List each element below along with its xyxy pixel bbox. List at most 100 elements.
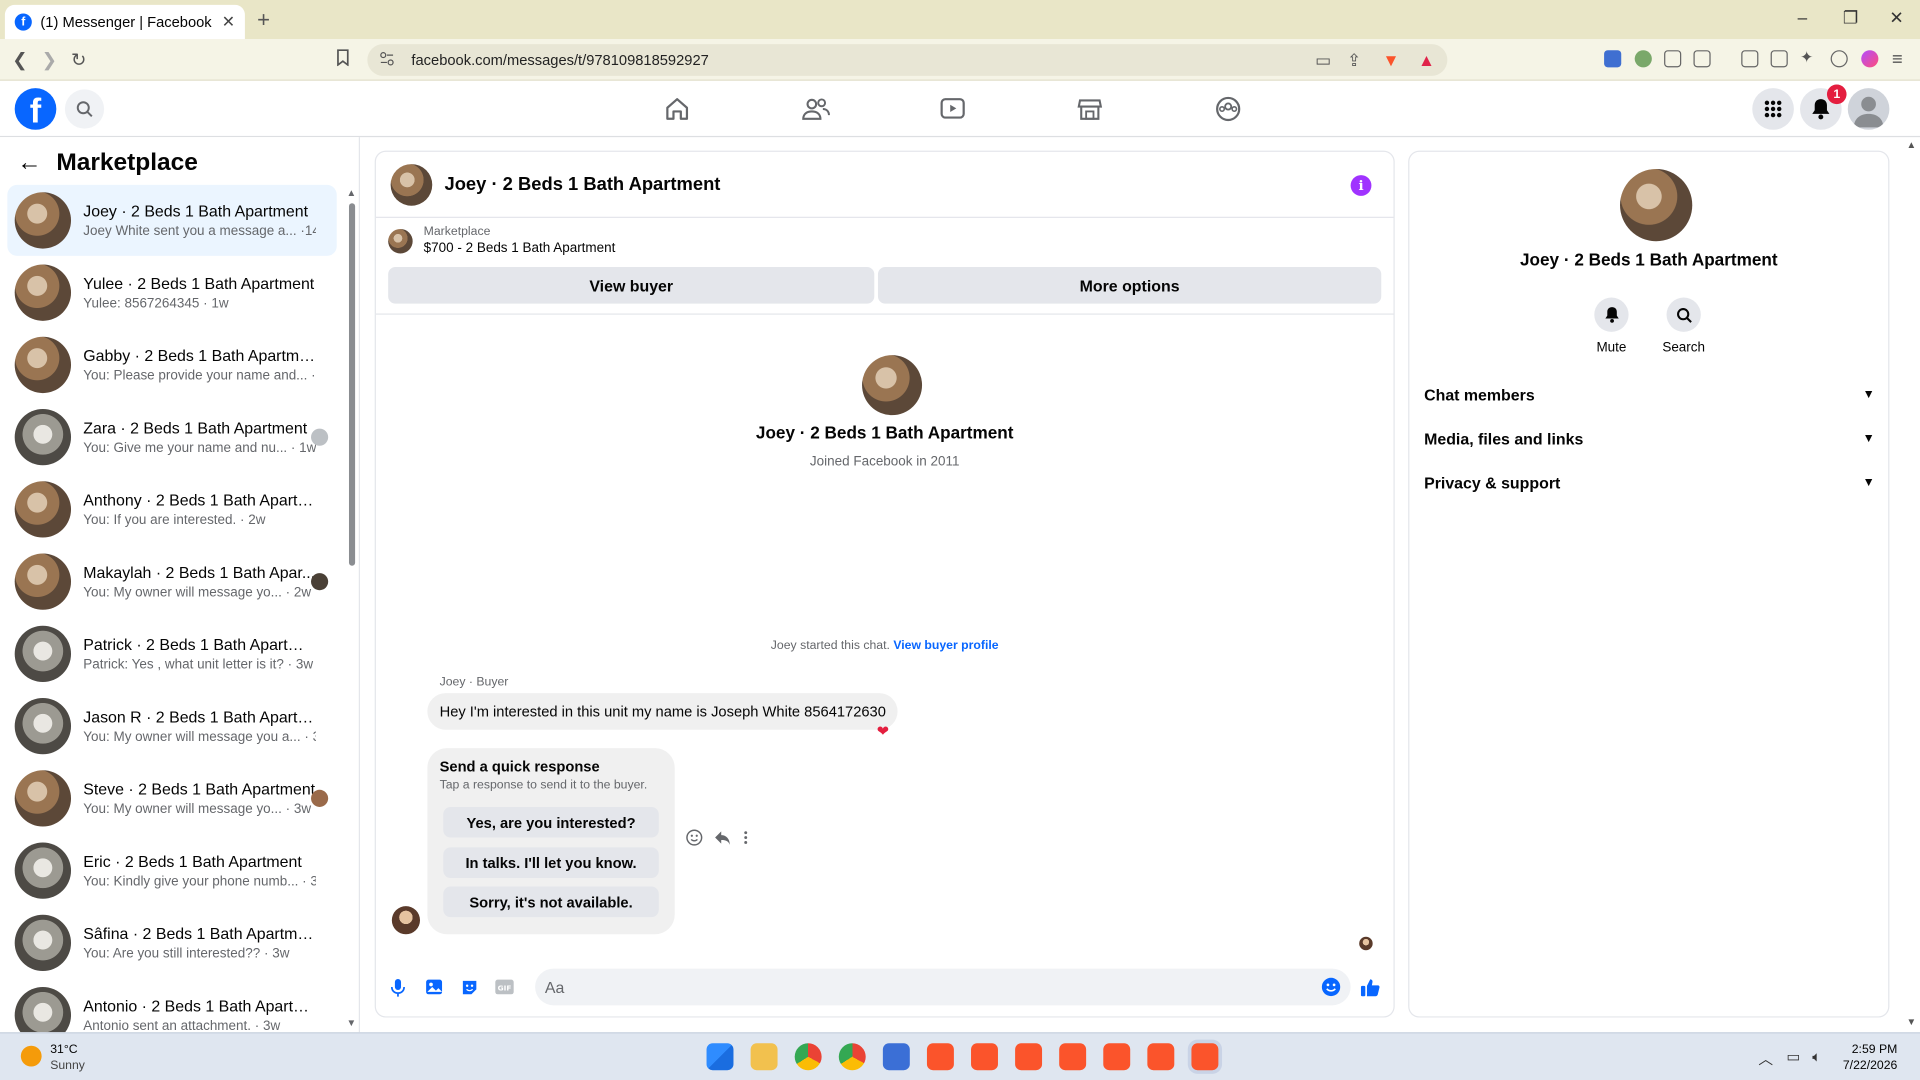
like-thumbs-up-icon[interactable] xyxy=(1360,977,1380,997)
address-bar[interactable]: facebook.com/messages/t/978109818592927 … xyxy=(367,44,1448,76)
scroll-down-arrow-icon[interactable]: ▼ xyxy=(1907,1016,1917,1027)
buyer-avatar[interactable] xyxy=(391,906,421,935)
maximize-button[interactable]: ❐ xyxy=(1843,7,1858,28)
network-icon[interactable]: ▭ xyxy=(1787,1048,1801,1065)
site-settings-icon[interactable] xyxy=(380,51,395,69)
start-windows-icon[interactable] xyxy=(706,1043,734,1071)
more-options-button[interactable]: More options xyxy=(877,266,1382,304)
view-buyer-profile-link[interactable]: View buyer profile xyxy=(893,639,998,652)
photo-icon[interactable] xyxy=(424,977,444,997)
weather-widget[interactable]: 31°C Sunny xyxy=(50,1042,85,1074)
vpn-icon[interactable] xyxy=(1830,50,1848,68)
conversation-item-jason[interactable]: Jason R · 2 Beds 1 Bath Apartment You: My… xyxy=(7,691,336,762)
groups-icon[interactable] xyxy=(1212,93,1244,125)
conversation-item-antonio[interactable]: Antonio · 2 Beds 1 Bath Apartme... Antoni… xyxy=(7,980,336,1033)
extension-icon[interactable] xyxy=(1604,50,1622,68)
brave-icon[interactable] xyxy=(1103,1043,1131,1071)
profile-icon[interactable] xyxy=(1861,50,1879,68)
info-profile-photo[interactable] xyxy=(1620,168,1693,242)
menu-grid-button[interactable] xyxy=(1752,88,1794,130)
more-vertical-icon[interactable] xyxy=(742,829,749,850)
page-scrollbar[interactable]: ▲ ▼ xyxy=(1904,137,1920,1032)
privacy-support-section[interactable]: Privacy & support ▼ xyxy=(1424,469,1875,496)
watch-icon[interactable] xyxy=(937,93,969,125)
menu-icon[interactable]: ≡ xyxy=(1892,49,1903,70)
brave-icon[interactable] xyxy=(1059,1043,1087,1071)
forward-icon[interactable]: ❯ xyxy=(42,49,57,71)
emoji-icon[interactable] xyxy=(1321,977,1341,997)
home-icon[interactable] xyxy=(661,93,693,125)
close-window-button[interactable]: ✕ xyxy=(1889,7,1903,28)
brave-rewards-icon[interactable]: ▲ xyxy=(1418,50,1435,70)
tray-chevron-up-icon[interactable]: ︿ xyxy=(1758,1048,1773,1069)
message-input[interactable] xyxy=(535,968,1351,1006)
info-icon[interactable]: i xyxy=(1350,175,1372,196)
brave-icon[interactable] xyxy=(926,1043,954,1071)
facebook-search-button[interactable] xyxy=(64,89,105,129)
buyer-profile-photo[interactable] xyxy=(862,355,923,416)
conversation-item-steve[interactable]: Steve · 2 Beds 1 Bath Apartment You: My o… xyxy=(7,763,336,834)
brave-icon[interactable] xyxy=(971,1043,998,1071)
sidebar-scrollbar[interactable] xyxy=(348,186,357,1031)
brave-icon[interactable] xyxy=(1015,1043,1043,1071)
wallet-icon[interactable] xyxy=(1770,50,1788,68)
message-bubble[interactable]: Hey I'm interested in this unit my name … xyxy=(427,693,899,730)
file-explorer-icon[interactable] xyxy=(750,1043,778,1071)
bookmark-icon[interactable] xyxy=(336,49,351,71)
quick-response-not-available-button[interactable]: Sorry, it's not available. xyxy=(443,886,659,918)
chrome-icon[interactable] xyxy=(794,1043,822,1071)
conversation-item-joey[interactable]: Joey · 2 Beds 1 Bath Apartment Joey White… xyxy=(7,184,337,256)
search-in-conversation-button[interactable]: Search xyxy=(1653,297,1714,355)
sun-weather-icon[interactable] xyxy=(20,1045,42,1067)
back-icon[interactable]: ❮ xyxy=(12,49,27,71)
conversation-item-eric[interactable]: Eric · 2 Beds 1 Bath Apartment You: Kindl… xyxy=(7,835,336,906)
browser-tab[interactable]: f (1) Messenger | Facebook ✕ xyxy=(4,4,245,40)
account-avatar[interactable] xyxy=(1847,88,1890,130)
brave-shields-icon[interactable]: ▼ xyxy=(1382,50,1399,70)
conversation-item-zara[interactable]: Zara · 2 Beds 1 Bath Apartment You: Give … xyxy=(7,402,336,473)
brave-icon[interactable] xyxy=(1147,1043,1175,1071)
heart-reaction-icon[interactable]: ❤ xyxy=(877,722,889,739)
marketplace-icon[interactable] xyxy=(1074,93,1106,125)
back-arrow-icon[interactable]: ← xyxy=(17,149,41,177)
conversation-item-gabby[interactable]: Gabby · 2 Beds 1 Bath Apartment You: Plea… xyxy=(7,329,336,400)
scroll-up-arrow-icon[interactable]: ▲ xyxy=(1907,140,1917,151)
conversation-item-safina[interactable]: Sâfina · 2 Beds 1 Bath Apartment You: Are… xyxy=(7,907,336,978)
close-tab-icon[interactable]: ✕ xyxy=(222,12,235,32)
extension-icon[interactable] xyxy=(1693,50,1711,68)
view-buyer-button[interactable]: View buyer xyxy=(388,266,875,304)
mute-button[interactable]: Mute xyxy=(1581,297,1642,355)
quick-response-yes-button[interactable]: Yes, are you interested? xyxy=(443,806,659,838)
sidebar-toggle-icon[interactable] xyxy=(1741,50,1759,68)
listing-summary[interactable]: Marketplace $700 - 2 Beds 1 Bath Apartme… xyxy=(388,225,615,256)
share-icon[interactable]: ⇪ xyxy=(1347,50,1361,71)
reply-icon[interactable] xyxy=(714,829,731,850)
chrome-profile-icon[interactable] xyxy=(838,1043,866,1071)
chat-header-avatar[interactable] xyxy=(390,163,433,206)
react-smiley-icon[interactable] xyxy=(686,829,703,850)
microphone-icon[interactable] xyxy=(388,977,408,997)
cast-icon[interactable]: ▭ xyxy=(1315,50,1331,71)
volume-icon[interactable]: 🔈︎ xyxy=(1812,1048,1821,1066)
conversation-item-anthony[interactable]: Anthony · 2 Beds 1 Bath Apartm... You: If… xyxy=(7,474,336,545)
reload-icon[interactable]: ↻ xyxy=(71,49,86,71)
conversation-item-makaylah[interactable]: Makaylah · 2 Beds 1 Bath Apar... You: My … xyxy=(7,546,336,617)
system-clock[interactable]: 2:59 PM 7/22/2026 xyxy=(1843,1042,1897,1074)
quick-response-in-talks-button[interactable]: In talks. I'll let you know. xyxy=(443,847,659,878)
friends-icon[interactable] xyxy=(800,93,832,125)
brave-active-icon[interactable] xyxy=(1191,1043,1219,1071)
extension-icon[interactable] xyxy=(1634,50,1652,68)
notepad-icon[interactable] xyxy=(882,1043,910,1071)
scroll-down-arrow-icon[interactable]: ▼ xyxy=(347,1018,357,1029)
chat-members-section[interactable]: Chat members ▼ xyxy=(1424,381,1875,408)
chat-title[interactable]: Joey · 2 Beds 1 Bath Apartment xyxy=(444,174,720,195)
conversation-item-yulee[interactable]: Yulee · 2 Beds 1 Bath Apartment Yulee: 85… xyxy=(7,257,336,328)
gif-icon[interactable]: GIF xyxy=(495,977,515,997)
sticker-icon[interactable] xyxy=(459,977,479,997)
new-tab-button[interactable]: + xyxy=(257,7,270,33)
extensions-puzzle-icon[interactable] xyxy=(1664,50,1682,68)
conversation-item-patrick[interactable]: Patrick · 2 Beds 1 Bath Apartment Patrick… xyxy=(7,618,336,689)
leo-ai-icon[interactable]: ✦ xyxy=(1800,48,1817,66)
facebook-logo-icon[interactable]: f xyxy=(14,88,57,130)
scrollbar-thumb[interactable] xyxy=(348,203,356,566)
